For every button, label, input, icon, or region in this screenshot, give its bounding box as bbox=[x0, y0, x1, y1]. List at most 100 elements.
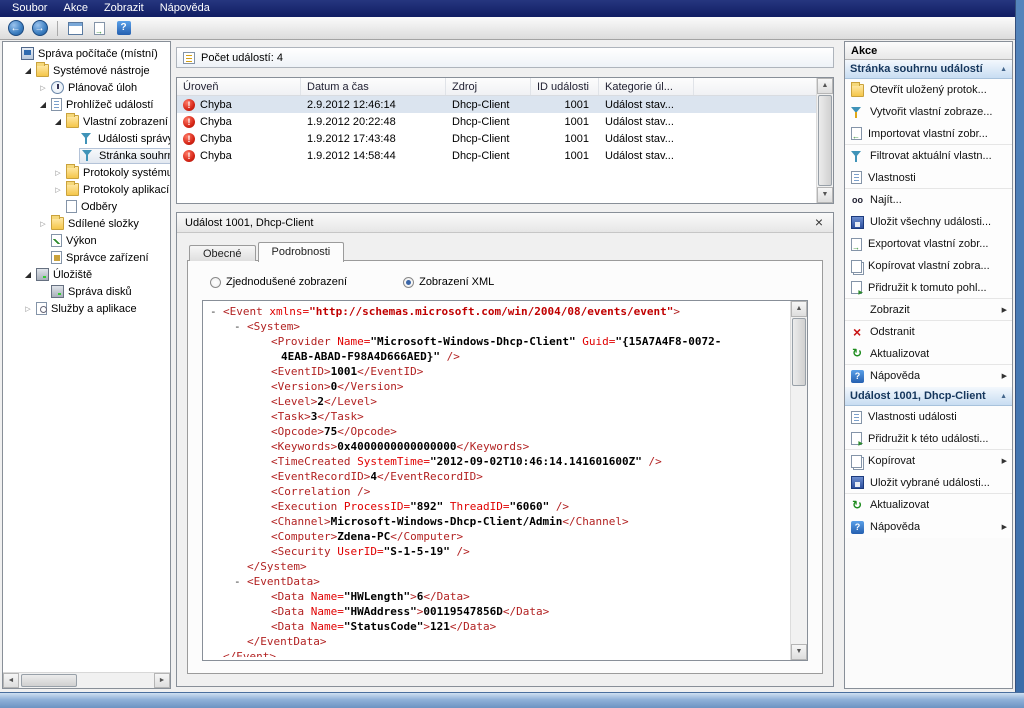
tree-item[interactable]: Události správy bbox=[3, 130, 170, 147]
action-item[interactable]: Uložit všechny události... bbox=[845, 211, 1012, 233]
tree-item[interactable]: ◢ Prohlížeč událostí bbox=[3, 96, 170, 113]
scroll-up-button[interactable] bbox=[791, 301, 807, 317]
tree-item-content: Správa počítače (místní) bbox=[19, 45, 163, 62]
cell-event-id: 1001 bbox=[531, 147, 599, 164]
menu-item-2[interactable]: Zobrazit bbox=[96, 0, 152, 17]
event-row[interactable]: !Chyba1.9.2012 20:22:48Dhcp-Client1001Ud… bbox=[177, 113, 816, 130]
column-header-0[interactable]: Úroveň bbox=[177, 78, 301, 95]
expand-arrow-icon[interactable]: ▷ bbox=[37, 84, 49, 92]
action-item[interactable]: Otevřít uložený protok... bbox=[845, 79, 1012, 101]
action-item[interactable]: Odstranit bbox=[845, 321, 1012, 343]
menu-item-0[interactable]: Soubor bbox=[4, 0, 55, 17]
export-list-button[interactable] bbox=[89, 19, 110, 38]
tree-item[interactable]: Správce zařízení bbox=[3, 249, 170, 266]
expand-arrow-icon[interactable]: ▷ bbox=[22, 305, 34, 313]
action-item[interactable]: Najít... bbox=[845, 189, 1012, 211]
event-row[interactable]: !Chyba1.9.2012 17:43:48Dhcp-Client1001Ud… bbox=[177, 130, 816, 147]
xml-token: <Correlation /> bbox=[271, 485, 370, 498]
menu-item-3[interactable]: Nápověda bbox=[152, 0, 218, 17]
tree-item[interactable]: ▷Protokoly systému W bbox=[3, 164, 170, 181]
action-item[interactable]: Kopírovat▶ bbox=[845, 450, 1012, 472]
column-header-1[interactable]: Datum a čas bbox=[301, 78, 446, 95]
scroll-up-button[interactable] bbox=[817, 78, 833, 94]
action-item[interactable]: Nápověda▶ bbox=[845, 365, 1012, 387]
show-console-tree-button[interactable] bbox=[65, 19, 86, 38]
tree-item[interactable]: ◢Úložiště bbox=[3, 266, 170, 283]
scroll-right-button[interactable] bbox=[154, 673, 170, 688]
scroll-down-button[interactable] bbox=[791, 644, 807, 660]
action-item[interactable]: Importovat vlastní zobr... bbox=[845, 123, 1012, 145]
tree-item-label: Prohlížeč událostí bbox=[66, 99, 156, 111]
radio-option-1[interactable]: Zobrazení XML bbox=[403, 276, 494, 288]
expand-arrow-icon[interactable]: ▷ bbox=[52, 186, 64, 194]
collapse-arrow-icon[interactable]: ◢ bbox=[37, 100, 49, 109]
xml-token: "2012-09-02T10:46:14.141601600Z" bbox=[430, 455, 649, 468]
action-item[interactable]: Aktualizovat bbox=[845, 343, 1012, 365]
cell-datetime: 1.9.2012 14:58:44 bbox=[301, 147, 446, 164]
action-item[interactable]: Zobrazit▶ bbox=[845, 299, 1012, 321]
xml-collapse-marker[interactable]: - bbox=[234, 319, 247, 334]
cell-source: Dhcp-Client bbox=[446, 113, 531, 130]
action-section-header-0[interactable]: Stránka souhrnu událostí▲ bbox=[845, 60, 1012, 79]
action-item[interactable]: Uložit vybrané události... bbox=[845, 472, 1012, 494]
column-header-3[interactable]: ID události bbox=[531, 78, 599, 95]
scroll-down-button[interactable] bbox=[817, 187, 833, 203]
event-row[interactable]: !Chyba2.9.2012 12:46:14Dhcp-Client1001Ud… bbox=[177, 96, 816, 113]
tree-item[interactable]: ▷Služby a aplikace bbox=[3, 300, 170, 317]
tree-item[interactable]: ▷Sdílené složky bbox=[3, 215, 170, 232]
xml-collapse-marker[interactable]: - bbox=[210, 304, 223, 319]
action-item[interactable]: Nápověda▶ bbox=[845, 516, 1012, 538]
close-preview-button[interactable] bbox=[811, 215, 827, 231]
scroll-thumb[interactable] bbox=[21, 674, 77, 687]
back-button[interactable]: ← bbox=[5, 19, 26, 38]
action-item[interactable]: Vlastnosti události bbox=[845, 406, 1012, 428]
tree-item[interactable]: Správa disků bbox=[3, 283, 170, 300]
tree-item[interactable]: Výkon bbox=[3, 232, 170, 249]
tab-1[interactable]: Podrobnosti bbox=[258, 242, 345, 262]
action-item[interactable]: Přidružit k tomuto pohl... bbox=[845, 277, 1012, 299]
scroll-track[interactable] bbox=[791, 317, 807, 644]
scroll-track[interactable] bbox=[19, 673, 154, 688]
list-vertical-scrollbar[interactable] bbox=[816, 78, 833, 203]
tree-item[interactable]: ▷Protokoly aplikací a bbox=[3, 181, 170, 198]
collapse-chevron-icon[interactable]: ▲ bbox=[1000, 66, 1007, 73]
action-item[interactable]: Filtrovat aktuální vlastn... bbox=[845, 145, 1012, 167]
back-icon: ← bbox=[8, 20, 24, 36]
column-header-4[interactable]: Kategorie úl... bbox=[599, 78, 694, 95]
taskbar[interactable] bbox=[0, 692, 1024, 708]
action-item[interactable]: Kopírovat vlastní zobra... bbox=[845, 255, 1012, 277]
event-row[interactable]: !Chyba1.9.2012 14:58:44Dhcp-Client1001Ud… bbox=[177, 147, 816, 164]
scroll-track[interactable] bbox=[817, 94, 833, 187]
tree-item[interactable]: Správa počítače (místní) bbox=[3, 45, 170, 62]
help-button[interactable]: ? bbox=[113, 19, 134, 38]
action-item[interactable]: Exportovat vlastní zobr... bbox=[845, 233, 1012, 255]
action-item[interactable]: Vytvořit vlastní zobraze... bbox=[845, 101, 1012, 123]
collapse-arrow-icon[interactable]: ◢ bbox=[22, 270, 34, 279]
collapse-chevron-icon[interactable]: ▲ bbox=[1000, 393, 1007, 400]
action-item[interactable]: Aktualizovat bbox=[845, 494, 1012, 516]
tree-item[interactable]: Stránka souhrnu bbox=[3, 147, 170, 164]
action-item[interactable]: Přidružit k této události... bbox=[845, 428, 1012, 450]
expand-arrow-icon[interactable]: ▷ bbox=[52, 169, 64, 177]
tree-item-content: Události správy bbox=[79, 130, 170, 147]
scroll-left-button[interactable] bbox=[3, 673, 19, 688]
tree-item[interactable]: ▷Plánovač úloh bbox=[3, 79, 170, 96]
tree-item[interactable]: ◢Vlastní zobrazení bbox=[3, 113, 170, 130]
forward-button[interactable]: → bbox=[29, 19, 50, 38]
scroll-thumb[interactable] bbox=[792, 318, 806, 386]
tree-horizontal-scrollbar[interactable] bbox=[3, 672, 170, 688]
tree-item[interactable]: Odběry bbox=[3, 198, 170, 215]
action-item[interactable]: Vlastnosti bbox=[845, 167, 1012, 189]
menu-item-1[interactable]: Akce bbox=[55, 0, 95, 17]
tree-item[interactable]: ◢Systémové nástroje bbox=[3, 62, 170, 79]
xml-collapse-marker[interactable]: - bbox=[234, 574, 247, 589]
action-section-header-1[interactable]: Událost 1001, Dhcp-Client▲ bbox=[845, 387, 1012, 406]
tab-0[interactable]: Obecné bbox=[189, 245, 256, 261]
radio-option-0[interactable]: Zjednodušené zobrazení bbox=[210, 276, 347, 288]
collapse-arrow-icon[interactable]: ◢ bbox=[22, 66, 34, 75]
expand-arrow-icon[interactable]: ▷ bbox=[37, 220, 49, 228]
scroll-thumb[interactable] bbox=[818, 95, 832, 186]
collapse-arrow-icon[interactable]: ◢ bbox=[52, 117, 64, 126]
xml-vertical-scrollbar[interactable] bbox=[790, 301, 807, 660]
column-header-2[interactable]: Zdroj bbox=[446, 78, 531, 95]
